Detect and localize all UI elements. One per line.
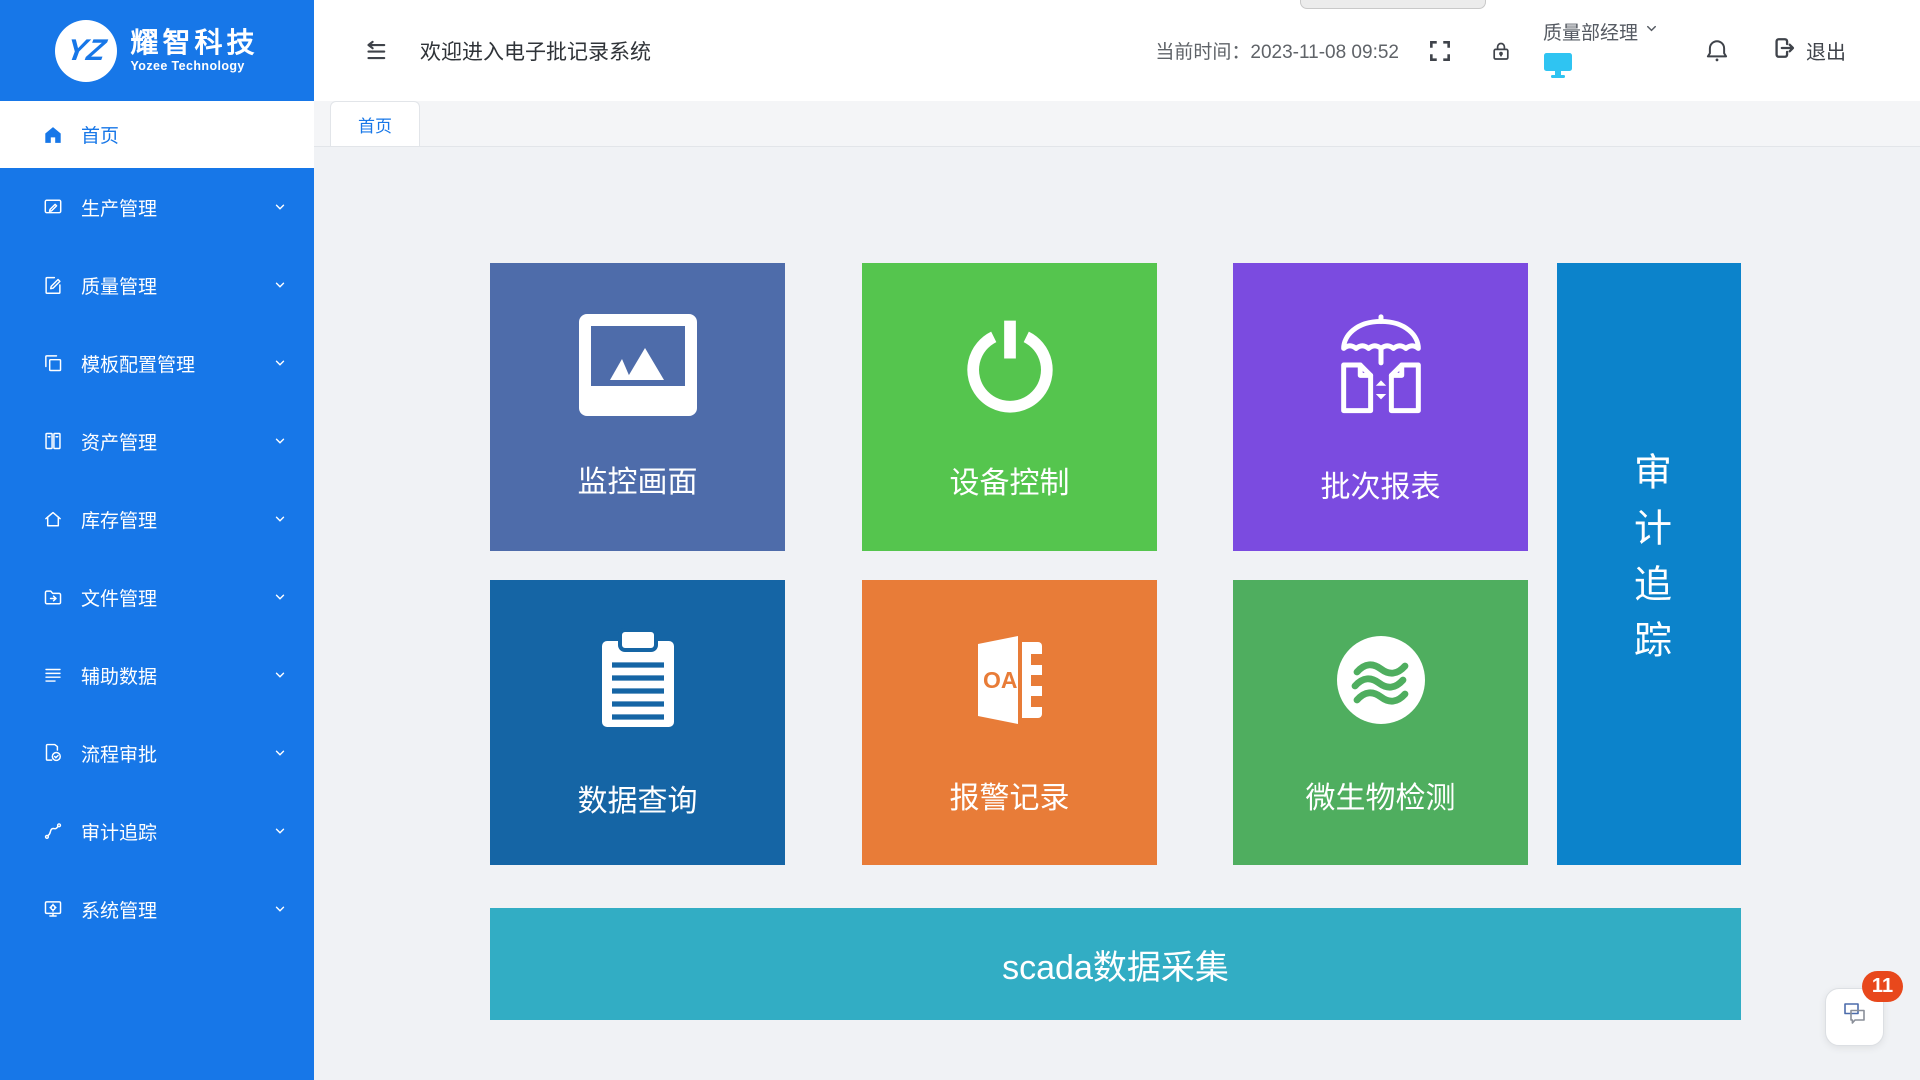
chevron-down-icon bbox=[273, 278, 287, 292]
sidebar-item-label: 文件管理 bbox=[81, 584, 157, 611]
tile-monitor-screen[interactable]: 监控画面 bbox=[490, 263, 785, 551]
tile-label: 审计追踪 bbox=[1622, 452, 1677, 676]
chat-bubbles-icon bbox=[1840, 1001, 1870, 1034]
sidebar: YZ 耀智科技 Yozee Technology 首页 生产管理 bbox=[0, 0, 314, 1080]
tile-label: 监控画面 bbox=[578, 457, 698, 501]
sidebar-fold-icon[interactable] bbox=[360, 38, 390, 64]
chevron-down-icon bbox=[273, 824, 287, 838]
tile-device-control[interactable]: 设备控制 bbox=[862, 263, 1157, 551]
chevron-down-icon bbox=[273, 590, 287, 604]
template-config-icon bbox=[42, 352, 64, 374]
time-label: 当前时间： bbox=[1155, 42, 1250, 63]
sidebar-item-label: 质量管理 bbox=[81, 272, 157, 299]
sidebar-item-label: 辅助数据 bbox=[81, 662, 157, 689]
chevron-down-icon bbox=[1644, 20, 1659, 42]
inventory-icon bbox=[42, 508, 64, 530]
logout-label: 退出 bbox=[1806, 36, 1846, 65]
fullscreen-icon[interactable] bbox=[1427, 38, 1453, 64]
tile-label: 微生物检测 bbox=[1306, 773, 1456, 817]
svg-text:OA: OA bbox=[983, 667, 1018, 693]
sidebar-item-label: 审计追踪 bbox=[81, 818, 157, 845]
tile-alarm-records[interactable]: OA 报警记录 bbox=[862, 580, 1157, 865]
sidebar-item-label: 模板配置管理 bbox=[81, 350, 195, 377]
tile-label: 数据查询 bbox=[578, 776, 698, 820]
sidebar-item-asset[interactable]: 资产管理 bbox=[0, 402, 314, 480]
user-role-label: 质量部经理 bbox=[1543, 18, 1638, 45]
clipboard-icon bbox=[588, 625, 688, 740]
sidebar-item-label: 生产管理 bbox=[81, 194, 157, 221]
sidebar-item-label: 库存管理 bbox=[81, 506, 157, 533]
chevron-down-icon bbox=[273, 434, 287, 448]
chat-unread-badge: 11 bbox=[1862, 971, 1903, 1002]
logo-subtitle: Yozee Technology bbox=[130, 59, 258, 73]
logout-button[interactable]: 退出 bbox=[1769, 34, 1846, 68]
tile-batch-report[interactable]: 批次报表 bbox=[1233, 263, 1528, 551]
picture-icon bbox=[579, 314, 697, 421]
sidebar-item-approval[interactable]: 流程审批 bbox=[0, 714, 314, 792]
sidebar-item-inventory[interactable]: 库存管理 bbox=[0, 480, 314, 558]
sidebar-item-system[interactable]: 系统管理 bbox=[0, 870, 314, 948]
sidebar-item-template-config[interactable]: 模板配置管理 bbox=[0, 324, 314, 402]
logo-title: 耀智科技 bbox=[130, 27, 258, 59]
tile-label: scada数据采集 bbox=[1002, 940, 1229, 989]
lock-icon[interactable] bbox=[1489, 39, 1513, 63]
quality-icon bbox=[42, 274, 64, 296]
sidebar-item-label: 资产管理 bbox=[81, 428, 157, 455]
logo-monogram: YZ bbox=[64, 34, 108, 68]
sidebar-item-aux-data[interactable]: 辅助数据 bbox=[0, 636, 314, 714]
chevron-down-icon bbox=[273, 668, 287, 682]
monitor-icon[interactable] bbox=[1543, 52, 1573, 84]
logo-circle: YZ bbox=[55, 20, 117, 82]
sidebar-item-label: 流程审批 bbox=[81, 740, 157, 767]
current-time: 当前时间：2023-11-08 09:52 bbox=[1155, 37, 1399, 64]
sidebar-item-label: 系统管理 bbox=[81, 896, 157, 923]
tab-bar: 首页 bbox=[314, 101, 1920, 147]
oa-document-icon: OA bbox=[958, 628, 1062, 737]
file-icon bbox=[42, 586, 64, 608]
sidebar-menu: 首页 生产管理 质量管理 模板配置管理 bbox=[0, 101, 314, 948]
time-value: 2023-11-08 09:52 bbox=[1250, 42, 1399, 63]
production-icon bbox=[42, 196, 64, 218]
home-dashboard: 监控画面 设备控制 批次报表 审计追踪 数据查询 OA 报警记录 微生物检测 bbox=[314, 147, 1920, 1080]
tab-home[interactable]: 首页 bbox=[330, 101, 420, 146]
chevron-down-icon bbox=[273, 200, 287, 214]
sidebar-item-file[interactable]: 文件管理 bbox=[0, 558, 314, 636]
sidebar-item-quality[interactable]: 质量管理 bbox=[0, 246, 314, 324]
asset-icon bbox=[42, 430, 64, 452]
page-title: 欢迎进入电子批记录系统 bbox=[420, 36, 651, 66]
waves-circle-icon bbox=[1329, 628, 1433, 737]
sidebar-item-audit[interactable]: 审计追踪 bbox=[0, 792, 314, 870]
audit-icon bbox=[42, 820, 64, 842]
tile-audit-trail[interactable]: 审计追踪 bbox=[1557, 263, 1741, 865]
sidebar-item-label: 首页 bbox=[81, 121, 119, 148]
system-icon bbox=[42, 898, 64, 920]
chevron-down-icon bbox=[273, 356, 287, 370]
approval-icon bbox=[42, 742, 64, 764]
tile-microbial-testing[interactable]: 微生物检测 bbox=[1233, 580, 1528, 865]
home-icon bbox=[42, 124, 64, 146]
tile-label: 批次报表 bbox=[1321, 462, 1441, 506]
app-logo: YZ 耀智科技 Yozee Technology bbox=[0, 0, 314, 101]
chevron-down-icon bbox=[273, 902, 287, 916]
chevron-down-icon bbox=[273, 746, 287, 760]
tab-label: 首页 bbox=[358, 112, 392, 137]
tile-label: 报警记录 bbox=[950, 773, 1070, 817]
tile-scada-collect[interactable]: scada数据采集 bbox=[490, 908, 1741, 1020]
power-icon bbox=[958, 313, 1062, 422]
top-header: 欢迎进入电子批记录系统 当前时间：2023-11-08 09:52 质量部经理 bbox=[314, 0, 1920, 101]
tile-label: 设备控制 bbox=[950, 458, 1070, 502]
sidebar-item-home[interactable]: 首页 bbox=[0, 101, 314, 168]
aux-data-icon bbox=[42, 664, 64, 686]
logout-icon bbox=[1769, 34, 1797, 68]
chevron-down-icon bbox=[273, 512, 287, 526]
tile-data-query[interactable]: 数据查询 bbox=[490, 580, 785, 865]
sidebar-item-production[interactable]: 生产管理 bbox=[0, 168, 314, 246]
partial-popup bbox=[1300, 0, 1486, 9]
bell-icon[interactable] bbox=[1703, 37, 1731, 65]
umbrella-documents-icon bbox=[1327, 309, 1435, 426]
user-role-dropdown[interactable]: 质量部经理 bbox=[1543, 18, 1659, 84]
